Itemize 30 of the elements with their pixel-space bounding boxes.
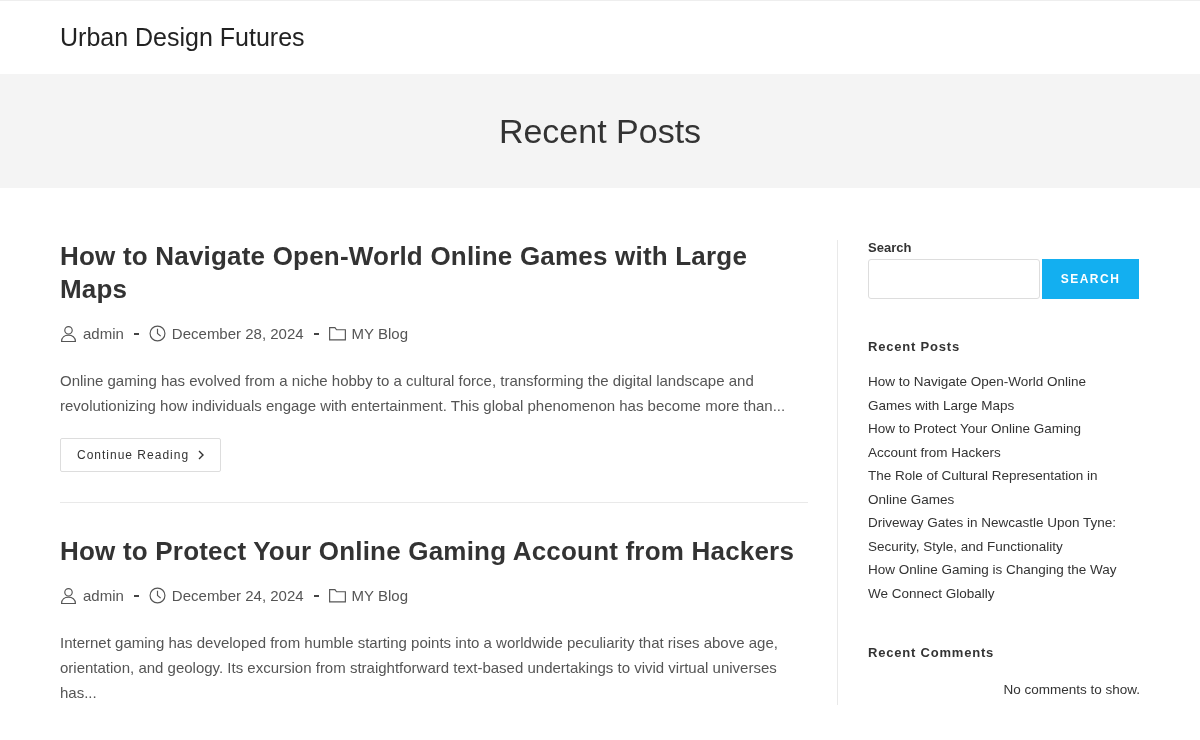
post-date: December 28, 2024 <box>171 325 304 342</box>
recent-post-link[interactable]: How to Navigate Open-World Online Games with Large Maps <box>868 370 1140 417</box>
post-category[interactable]: MY Blog <box>351 325 409 342</box>
recent-post-link[interactable]: Driveway Gates in Newcastle Upon Tyne: Security, Style, and Functionality <box>868 511 1140 558</box>
post-title[interactable]: How to Navigate Open-World Online Games with Large Maps <box>60 240 808 306</box>
user-icon <box>60 587 77 604</box>
chevron-icon <box>198 450 205 460</box>
post-date: December 24, 2024 <box>171 587 304 604</box>
recent-post-link[interactable]: How Online Gaming is Changing the Way We Connect Globally <box>868 558 1140 605</box>
clock-icon <box>148 325 166 342</box>
user-icon <box>60 325 77 342</box>
post-excerpt: Internet gaming has developed from humble starting points into a worldwide peculiarity that rises above age, orientation, and geology. Its excursion from straightforward text-based undertakings to vivid virtual universes has... <box>60 633 779 703</box>
post-category[interactable]: MY Blog <box>351 587 409 604</box>
page-title: Recent Posts <box>498 111 702 151</box>
recent-post-link[interactable]: How to Protect Your Online Gaming Account from Hackers <box>868 417 1140 464</box>
site-title[interactable]: Urban Design Futures <box>60 23 305 52</box>
widget-title: Recent Comments <box>868 645 996 660</box>
folder-icon <box>328 325 346 342</box>
post-excerpt: Online gaming has evolved from a niche hobby to a cultural force, transforming the digital landscape and revolutionizing how individuals engage with entertainment. This global phenomenon has become more than... <box>60 371 787 416</box>
recent-post-link[interactable]: The Role of Cultural Representation in Online Games <box>868 464 1140 511</box>
continue-reading-button[interactable]: Continue Reading <box>60 438 222 472</box>
post-title[interactable]: How to Protect Your Online Gaming Account from Hackers <box>60 535 808 568</box>
search-label: Search <box>868 240 913 255</box>
widget-title: Recent Posts <box>868 339 961 354</box>
post-author[interactable]: admin <box>83 587 124 604</box>
folder-icon <box>328 587 346 604</box>
no-comments-text: No comments to show. <box>1002 682 1140 697</box>
post-author[interactable]: admin <box>83 325 124 342</box>
clock-icon <box>148 587 166 604</box>
search-field[interactable] <box>868 259 1040 299</box>
